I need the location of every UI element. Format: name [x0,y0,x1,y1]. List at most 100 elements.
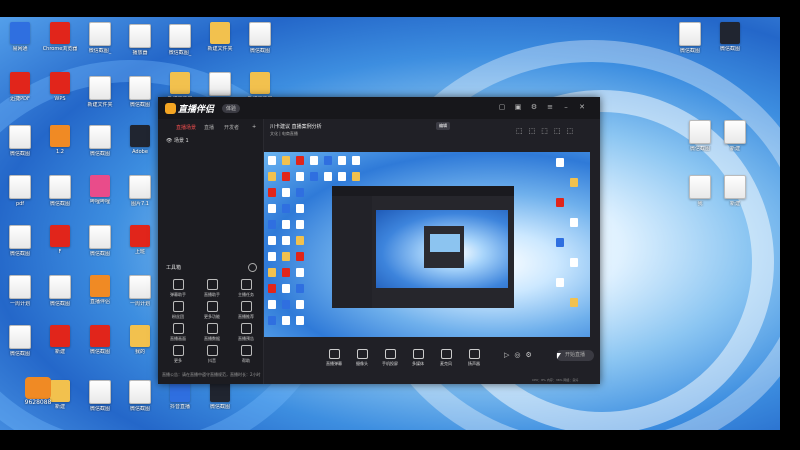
toolbar-button[interactable]: 麦克风 [432,349,460,367]
channel-title: 川卡建议 直播案例分析 [270,124,322,130]
tool-item[interactable]: 抖音 [196,345,228,364]
desktop-icon[interactable]: 哔哩哔哩 [80,175,120,205]
desktop-icon[interactable]: 微信截图 [200,380,240,410]
user-avatar-badge[interactable]: 9628088 [16,377,60,411]
tab-scene[interactable]: 直播场景 [176,124,196,131]
desktop-icon[interactable]: 新建 [715,175,755,207]
live-preview[interactable] [264,152,590,337]
toolbar-button[interactable]: 手机投屏 [376,349,404,367]
desktop-icon[interactable]: 播放器 [120,24,160,56]
start-live-button[interactable]: 开始直播 [556,350,594,361]
tool-item[interactable]: 直播助手 [196,279,228,298]
desktop-icon[interactable]: Adobe [120,125,160,155]
nested-preview [376,210,508,288]
desktop-icon[interactable]: 微信截图 [40,275,80,307]
tool-item[interactable]: 直播画面 [162,323,194,342]
desktop-icon[interactable]: 微信截图_ [80,22,120,54]
tools-collapse-icon[interactable] [248,263,257,272]
toolbar-button[interactable]: 直播弹幕 [320,349,348,367]
desktop-icon[interactable]: Chrome浏览器 [40,22,80,52]
tool-item[interactable]: 更多功能 [196,301,228,320]
tool-item[interactable]: 更多 [162,345,194,364]
record-icons[interactable]: ▷◎⚙ [504,351,537,359]
toolbar-button-icon [412,349,424,359]
preview-desktop-icon [338,172,346,181]
preview-desktop-icon [296,156,304,165]
desktop-icon[interactable]: 新建文件夹 [200,22,240,52]
desktop-icon[interactable]: 一周计划 [120,275,160,307]
desktop-icon[interactable]: 我 [680,175,720,207]
desktop-icon[interactable]: 我的 [120,325,160,355]
preview-desktop-icon [268,220,276,229]
edit-badge[interactable]: 编辑 [436,122,450,130]
desktop-icon-label: 微信截图 [49,301,70,307]
desktop-icon[interactable]: 新建 [715,120,755,152]
file-icon [89,380,111,404]
preview-desktop-icon [268,284,276,293]
desktop-icon[interactable]: 抖音直播 [160,380,200,410]
nested-app-window [332,186,514,308]
desktop-icon[interactable]: 上班 [120,225,160,255]
desktop-icon[interactable]: 易网通 [0,22,40,52]
desktop-icon[interactable]: 微信截图 [80,125,120,157]
desktop-icon[interactable]: 微信截图 [120,380,160,412]
desktop-icon[interactable]: 微信截图 [710,22,750,52]
preview-desktop-icon [296,316,304,325]
tool-item[interactable]: 粉丝团 [162,301,194,320]
desktop-icon[interactable]: pdf [0,175,40,207]
message-icon[interactable]: ▣ [514,103,522,111]
tab-developer[interactable]: 开发者 [224,124,239,131]
desktop-icon[interactable]: 微信截图 [80,325,120,355]
menu-icon[interactable]: ≡ [546,103,554,111]
desktop-icon[interactable]: 微信截图 [670,22,710,54]
preview-desktop-icon [296,236,304,245]
desktop-icon[interactable]: 微信截图 [240,22,280,54]
desktop-icon[interactable]: 微信截图_ [160,24,200,56]
desktop-icon[interactable]: F [40,225,80,255]
desktop-icon[interactable]: 图片7.1 [120,175,160,207]
tool-item[interactable]: 直播预告 [230,323,262,342]
app-badge[interactable]: 体验 [222,104,241,113]
tool-item[interactable]: 帮助 [230,345,262,364]
preview-desktop-icon [282,172,290,181]
file-icon [129,24,151,48]
folder-icon [130,325,150,347]
desktop-icon[interactable]: 微信截图 [40,175,80,207]
desktop-icon[interactable]: 1.2 [40,125,80,155]
desktop-icon-label: 新建 [729,146,740,152]
desktop-icon[interactable]: 微信截图 [0,225,40,257]
desktop-icon[interactable]: 微信截图 [80,225,120,257]
desktop-icon[interactable]: 微信截图 [0,325,40,357]
desktop-icon-label: 微信截图 [129,102,150,108]
main-tools[interactable]: ⬚⬚⬚⬚⬚ [516,127,579,135]
toolbar-button[interactable]: 摄像头 [348,349,376,367]
toolbar-button[interactable]: 多媒体 [404,349,432,367]
minimize-icon[interactable]: – [562,103,570,111]
tool-item[interactable]: 直播数据 [196,323,228,342]
toolbar-button-label: 扬声器 [468,361,480,366]
desktop-icon[interactable]: 一周计划 [0,275,40,307]
desktop-icon[interactable]: 迅捷PDF [0,72,40,102]
toolbar-button-icon [384,349,396,359]
preview-desktop-icon [296,188,304,197]
tool-item[interactable]: 弹幕助手 [162,279,194,298]
desktop-icon[interactable]: 新建 [40,325,80,355]
desktop-icon[interactable]: 直播伴侣 [80,275,120,305]
desktop-icon[interactable]: WPS [40,72,80,102]
file-icon [10,72,30,94]
file-icon [10,22,30,44]
skin-icon[interactable]: ▢ [498,103,506,111]
desktop-icon[interactable]: 微信截图 [120,76,160,108]
desktop-icon[interactable]: 微信截图 [680,120,720,152]
add-tab-icon[interactable]: + [252,124,256,130]
tab-live[interactable]: 直播 [204,124,214,131]
toolbar-button[interactable]: 扬声器 [460,349,488,367]
tool-item[interactable]: 直播推荐 [230,301,262,320]
desktop-icon[interactable]: 微信截图 [0,125,40,157]
close-icon[interactable]: ✕ [578,103,586,111]
desktop-icon[interactable]: 新建文件夹 [80,76,120,108]
settings-icon[interactable]: ⚙ [530,103,538,111]
tool-item[interactable]: 主播任务 [230,279,262,298]
desktop-icon[interactable]: 微信截图 [80,380,120,412]
scene-item[interactable]: 👁 场景 1 [166,137,189,144]
